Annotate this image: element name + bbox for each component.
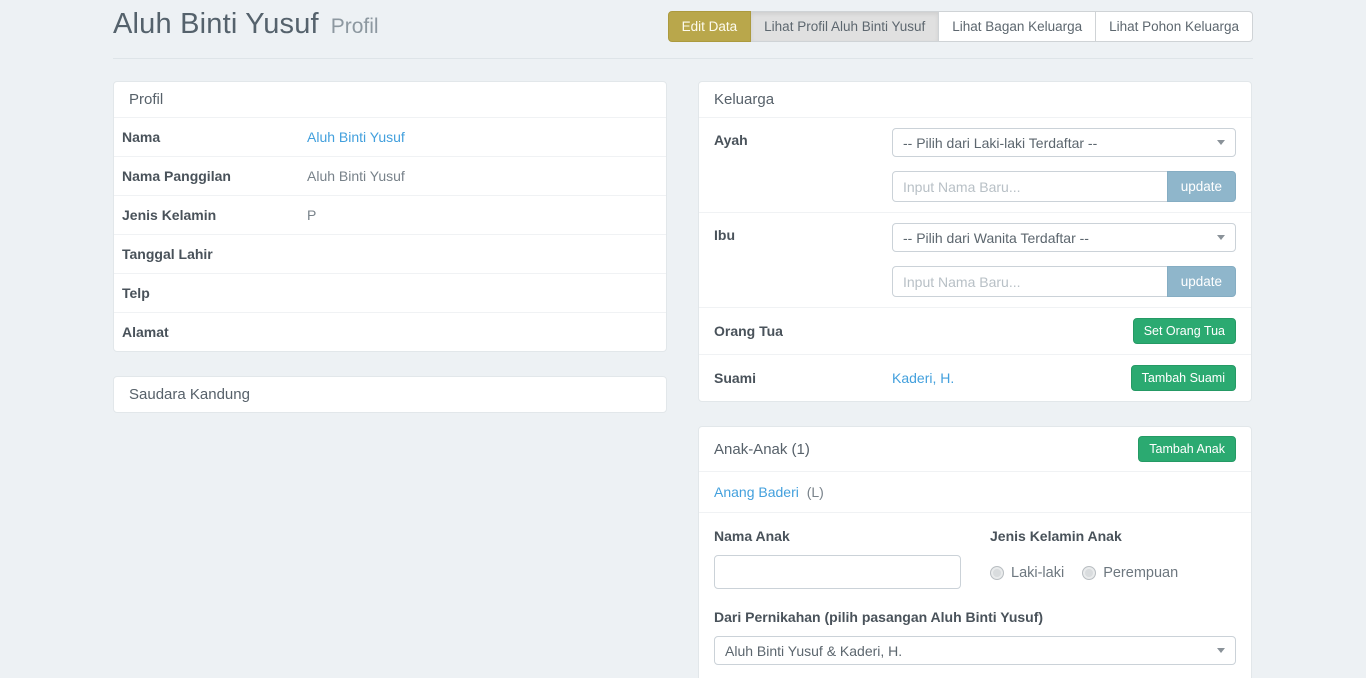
father-select[interactable]: -- Pilih dari Laki-laki Terdaftar -- — [892, 128, 1236, 157]
father-label: Ayah — [714, 128, 892, 148]
gender-radio-group: Laki-laki Perempuan — [990, 555, 1236, 581]
mother-update-button[interactable]: update — [1167, 266, 1236, 297]
radio-male-label: Laki-laki — [1011, 565, 1064, 581]
child-gender: (L) — [807, 484, 824, 500]
row-label: Jenis Kelamin — [122, 207, 307, 223]
row-value: Aluh Binti Yusuf — [307, 168, 405, 184]
chevron-down-icon — [1217, 140, 1225, 145]
add-child-form: Nama Anak Jenis Kelamin Anak Laki-laki — [699, 512, 1251, 678]
child-link[interactable]: Anang Baderi — [714, 484, 799, 500]
row-label: Telp — [122, 285, 307, 301]
view-family-chart-button[interactable]: Lihat Bagan Keluarga — [939, 11, 1096, 42]
profile-panel-title: Profil — [114, 82, 666, 117]
child-name-label: Nama Anak — [714, 528, 990, 544]
row-label: Tanggal Lahir — [122, 246, 307, 262]
set-parents-button[interactable]: Set Orang Tua — [1133, 318, 1236, 344]
family-panel-title: Keluarga — [699, 82, 1251, 117]
page-container: Aluh Binti Yusuf Profil Edit Data Lihat … — [113, 0, 1253, 678]
add-spouse-button[interactable]: Tambah Suami — [1131, 365, 1236, 391]
edit-data-button[interactable]: Edit Data — [668, 11, 752, 42]
page-subtitle: Profil — [331, 15, 379, 38]
profile-name-link[interactable]: Aluh Binti Yusuf — [307, 129, 405, 145]
mother-select[interactable]: -- Pilih dari Wanita Terdaftar -- — [892, 223, 1236, 252]
radio-icon — [1082, 566, 1096, 580]
spouse-row: Suami Kaderi, H. Tambah Suami — [699, 354, 1251, 401]
children-panel-title-text: Anak-Anak (1) — [714, 441, 810, 458]
table-row: Nama Panggilan Aluh Binti Yusuf — [114, 156, 666, 195]
siblings-panel-title-text: Saudara Kandung — [129, 386, 250, 403]
spouse-label: Suami — [714, 370, 892, 386]
title-block: Aluh Binti Yusuf Profil — [113, 6, 379, 41]
siblings-panel-title: Saudara Kandung — [114, 377, 666, 412]
radio-female-label: Perempuan — [1103, 565, 1178, 581]
page-title: Aluh Binti Yusuf — [113, 8, 319, 40]
table-row: Telp — [114, 273, 666, 312]
children-panel-heading: Anak-Anak (1) Tambah Anak — [699, 427, 1251, 471]
father-select-value: -- Pilih dari Laki-laki Terdaftar -- — [903, 135, 1097, 151]
mother-input-group: update — [892, 266, 1236, 297]
child-name-group: Nama Anak — [714, 528, 990, 589]
list-item: Anang Baderi (L) — [699, 471, 1251, 512]
children-panel: Anak-Anak (1) Tambah Anak Anang Baderi (… — [698, 426, 1252, 678]
table-row: Jenis Kelamin P — [114, 195, 666, 234]
radio-female[interactable]: Perempuan — [1082, 565, 1178, 581]
marriage-label: Dari Pernikahan (pilih pasangan Aluh Bin… — [714, 609, 1236, 625]
content-columns: Profil Nama Aluh Binti Yusuf Nama Panggi… — [113, 81, 1253, 678]
chevron-down-icon — [1217, 648, 1225, 653]
family-panel: Keluarga Ayah -- Pilih dari Laki-laki Te… — [698, 81, 1252, 402]
page-header: Aluh Binti Yusuf Profil Edit Data Lihat … — [113, 0, 1253, 42]
row-label: Alamat — [122, 324, 307, 340]
chevron-down-icon — [1217, 235, 1225, 240]
right-column: Keluarga Ayah -- Pilih dari Laki-laki Te… — [698, 81, 1252, 678]
father-row: Ayah -- Pilih dari Laki-laki Terdaftar -… — [699, 117, 1251, 212]
child-gender-group: Jenis Kelamin Anak Laki-laki Perempuan — [990, 528, 1236, 589]
child-name-input[interactable] — [714, 555, 961, 589]
table-row: Tanggal Lahir — [114, 234, 666, 273]
father-update-button[interactable]: update — [1167, 171, 1236, 202]
mother-controls: -- Pilih dari Wanita Terdaftar -- update — [892, 223, 1236, 297]
mother-name-input[interactable] — [892, 266, 1168, 297]
table-row: Alamat — [114, 312, 666, 351]
radio-male[interactable]: Laki-laki — [990, 565, 1064, 581]
view-family-tree-button[interactable]: Lihat Pohon Keluarga — [1096, 11, 1253, 42]
spouse-link[interactable]: Kaderi, H. — [892, 370, 954, 386]
profile-panel-title-text: Profil — [129, 91, 163, 108]
marriage-select[interactable]: Aluh Binti Yusuf & Kaderi, H. — [714, 636, 1236, 665]
row-label: Nama Panggilan — [122, 168, 307, 184]
parents-label: Orang Tua — [714, 323, 892, 339]
family-panel-title-text: Keluarga — [714, 91, 774, 108]
view-button-group: Edit Data Lihat Profil Aluh Binti Yusuf … — [668, 11, 1253, 42]
table-row: Nama Aluh Binti Yusuf — [114, 117, 666, 156]
father-controls: -- Pilih dari Laki-laki Terdaftar -- upd… — [892, 128, 1236, 202]
left-column: Profil Nama Aluh Binti Yusuf Nama Panggi… — [113, 81, 667, 678]
row-label: Nama — [122, 129, 307, 145]
profile-table: Nama Aluh Binti Yusuf Nama Panggilan Alu… — [114, 117, 666, 351]
child-gender-label: Jenis Kelamin Anak — [990, 528, 1236, 544]
mother-label: Ibu — [714, 223, 892, 243]
radio-icon — [990, 566, 1004, 580]
marriage-select-value: Aluh Binti Yusuf & Kaderi, H. — [725, 643, 902, 659]
parents-row: Orang Tua Set Orang Tua — [699, 307, 1251, 354]
mother-row: Ibu -- Pilih dari Wanita Terdaftar -- up… — [699, 212, 1251, 307]
header-divider — [113, 58, 1253, 59]
father-input-group: update — [892, 171, 1236, 202]
mother-select-value: -- Pilih dari Wanita Terdaftar -- — [903, 230, 1089, 246]
view-profile-button[interactable]: Lihat Profil Aluh Binti Yusuf — [751, 11, 939, 42]
row-value: P — [307, 207, 316, 223]
father-name-input[interactable] — [892, 171, 1168, 202]
profile-panel: Profil Nama Aluh Binti Yusuf Nama Panggi… — [113, 81, 667, 352]
add-child-button[interactable]: Tambah Anak — [1138, 436, 1236, 462]
siblings-panel: Saudara Kandung — [113, 376, 667, 413]
form-columns: Nama Anak Jenis Kelamin Anak Laki-laki — [714, 528, 1236, 589]
